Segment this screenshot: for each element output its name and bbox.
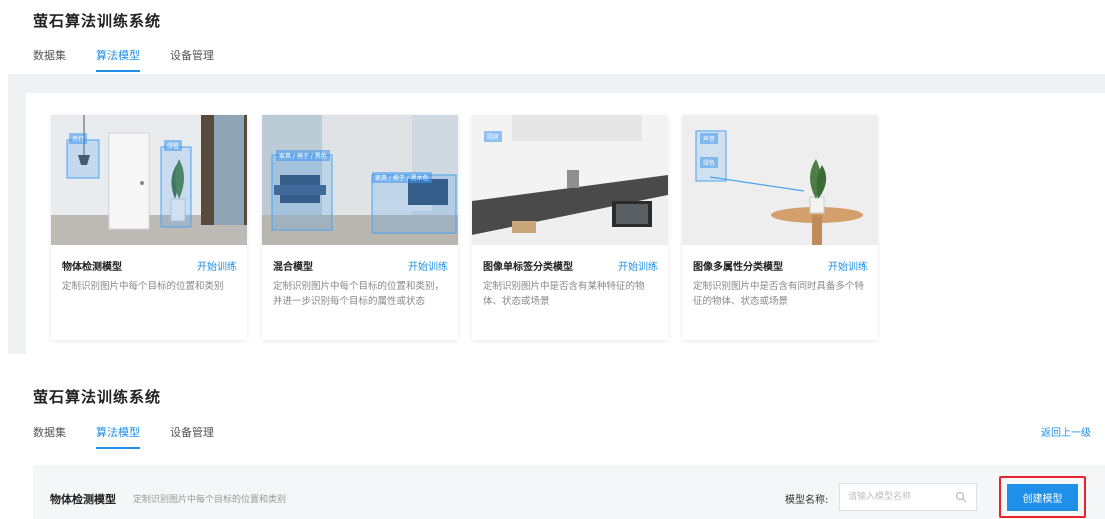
tag-label-lamp: 吊灯 [69,133,88,144]
search-label: 模型名称: [785,495,829,506]
create-model-button[interactable]: 创建模型 [1007,484,1078,511]
tab-dataset[interactable]: 数据集 [33,47,66,72]
tab-dataset[interactable]: 数据集 [33,424,66,449]
card-object-detection[interactable]: 吊灯 绿植 物体检测模型 开始训练 定制识别图片中每个目标的位置和类别 [51,115,247,340]
tag-label-chair-black: 家具 / 椅子 / 黑色 [276,150,330,161]
tab-device-management[interactable]: 设备管理 [170,47,214,72]
tab-algorithm-model[interactable]: 算法模型 [96,47,140,72]
app-title: 萤石算法训练系统 [33,12,162,30]
card-image-table-plant: 声音 绿色 [682,115,878,245]
card-single-label-classification[interactable]: 厨房 图像单标签分类模型 开始训练 定制识别图片中是否含有某种特征的物体、状态或… [472,115,668,340]
back-link[interactable]: 返回上一级 [1041,424,1091,439]
tab-device-management[interactable]: 设备管理 [170,424,214,449]
card-title: 图像单标签分类模型 [483,262,573,273]
card-image-kitchen: 厨房 [472,115,668,245]
tag-label-green: 绿色 [700,157,719,168]
card-title: 混合模型 [273,262,313,273]
card-description: 定制识别图片中是否含有同时具备多个特征的物体、状态或场景 [693,281,865,307]
card-image-living-room: 家具 / 椅子 / 黑色 家具 / 椅子 / 黑木色 [262,115,458,245]
top-tab-bar: 数据集 算法模型 设备管理 [33,47,214,72]
model-description: 定制识别图片中每个目标的位置和类别 [133,495,287,505]
tag-label-plant: 绿植 [164,140,183,151]
start-training-link[interactable]: 开始训练 [408,258,448,273]
app-title-secondary: 萤石算法训练系统 [33,388,162,406]
card-title: 物体检测模型 [62,262,122,273]
tag-label-sound: 声音 [700,133,719,144]
tag-label-chair-wood: 家具 / 椅子 / 黑木色 [372,172,432,183]
card-description: 定制识别图片中每个目标的位置和类别，并进一步识别每个目标的属性或状态 [273,281,445,307]
model-title: 物体检测模型 [50,493,116,506]
start-training-link[interactable]: 开始训练 [197,258,237,273]
tag-label-kitchen: 厨房 [484,131,503,142]
search-icon[interactable] [955,491,967,503]
start-training-link[interactable]: 开始训练 [828,258,868,273]
card-description: 定制识别图片中是否含有某种特征的物体、状态或场景 [483,281,645,307]
card-description: 定制识别图片中每个目标的位置和类别 [62,281,224,292]
card-hybrid-model[interactable]: 家具 / 椅子 / 黑色 家具 / 椅子 / 黑木色 混合模型 开始训练 定制识… [262,115,458,340]
card-title: 图像多属性分类模型 [693,262,783,273]
tab-algorithm-model[interactable]: 算法模型 [96,424,140,449]
card-image-room-door: 吊灯 绿植 [51,115,247,245]
bottom-tab-bar: 数据集 算法模型 设备管理 [33,424,214,449]
card-multi-attribute-classification[interactable]: 声音 绿色 图像多属性分类模型 开始训练 定制识别图片中是否含有同时具备多个特征… [682,115,878,340]
start-training-link[interactable]: 开始训练 [618,258,658,273]
